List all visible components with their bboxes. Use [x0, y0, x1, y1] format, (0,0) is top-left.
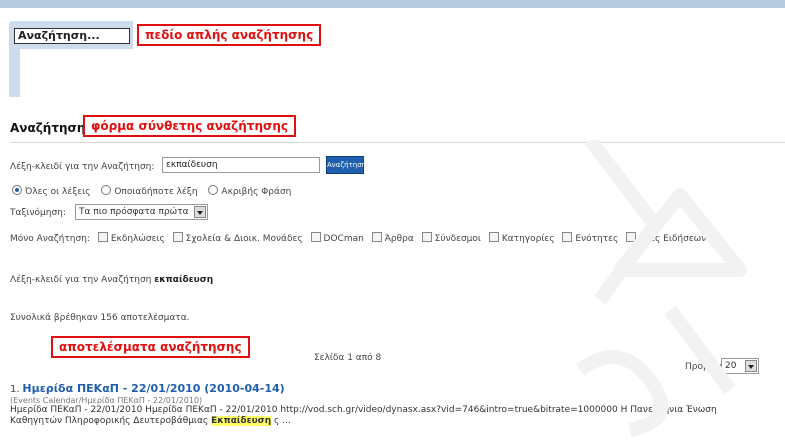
match-options: Όλες οι λέξεις Οποιαδήποτε λέξη Ακριβής …	[12, 185, 291, 197]
view-count-select[interactable]: 20	[721, 358, 760, 374]
sort-select[interactable]: Τα πιο πρόσφατα πρώτα	[75, 204, 208, 220]
checkbox-schools[interactable]	[172, 232, 183, 242]
checkbox-docman[interactable]	[310, 232, 321, 242]
result-keyword-line: Λέξη-κλειδί για την Αναζήτηση εκπαίδευση	[10, 275, 213, 285]
checkbox-events[interactable]	[97, 232, 108, 242]
checkbox-categories[interactable]	[488, 232, 499, 242]
annotation-results: αποτελέσματα αναζήτησης	[51, 336, 250, 358]
area-links-label: Σύνδεσμοι	[434, 234, 481, 244]
area-schools-label: Σχολεία & Διοικ. Μονάδες	[185, 234, 303, 244]
result-snippet-line2: Καθηγητών Πληροφορικής Δευτεροβάθμιας Εκ…	[10, 416, 785, 427]
sort-select-value: Τα πιο πρόσφατα πρώτα	[79, 207, 189, 217]
result-path: (Events Calendar/Ημερίδα ΠΕΚαΠ - 22/01/2…	[10, 396, 203, 405]
snippet-text: Καθηγητών Πληροφορικής Δευτεροβάθμιας	[10, 416, 212, 426]
area-events-label: Εκδηλώσεις	[110, 234, 165, 244]
area-articles-label: Άρθρα	[384, 234, 414, 244]
checkbox-articles[interactable]	[371, 232, 382, 242]
checkbox-sections[interactable]	[562, 232, 573, 242]
annotation-simple-search: πεδίο απλής αναζήτησης	[137, 24, 322, 46]
page-counter: Σελίδα 1 από 8	[314, 353, 382, 363]
simple-search-input[interactable]: Αναζήτηση...	[14, 28, 130, 44]
results-total: Συνολικά βρέθηκαν 156 αποτελέσματα.	[10, 313, 190, 323]
annotation-advanced-search: φόρμα σύνθετης αναζήτησης	[83, 115, 297, 137]
radio-exact-phrase[interactable]	[208, 185, 219, 195]
result-heading: 1. Ημερίδα ΠΕΚαΠ - 22/01/2010 (2010-04-1…	[10, 382, 785, 395]
checkbox-newsfeeds[interactable]	[626, 232, 637, 242]
keyword-input[interactable]: εκπαίδευση	[162, 157, 320, 173]
search-areas-label: Μόνο Αναζήτηση:	[10, 234, 90, 244]
result-keyword-value: εκπαίδευση	[154, 275, 214, 285]
area-newsfeeds-label: Ροές Ειδήσεων	[639, 234, 707, 244]
result-keyword-label: Λέξη-κλειδί για την Αναζήτηση	[10, 275, 152, 285]
radio-any-word[interactable]	[101, 185, 112, 195]
checkbox-links[interactable]	[421, 232, 432, 242]
area-docman-label: DOCman	[323, 234, 364, 244]
title-divider	[10, 142, 785, 143]
area-sections-label: Ενότητες	[575, 234, 619, 244]
snippet-highlight: Εκπαίδευση	[211, 416, 272, 426]
view-count-value: 20	[725, 361, 737, 371]
radio-exact-phrase-label: Ακριβής Φράση	[221, 187, 292, 197]
radio-any-word-label: Οποιαδήποτε λέξη	[114, 187, 198, 197]
result-item: 1. Ημερίδα ΠΕΚαΠ - 22/01/2010 (2010-04-1…	[10, 382, 785, 427]
radio-all-words-label: Όλες οι λέξεις	[25, 187, 91, 197]
chevron-down-icon[interactable]	[745, 360, 758, 372]
result-snippet-line1: Ημερίδα ΠΕΚαΠ - 22/01/2010 Ημερίδα ΠΕΚαΠ…	[10, 405, 717, 415]
simple-search-module: Αναζήτηση...	[9, 21, 133, 49]
page-title: Αναζήτηση	[10, 121, 86, 135]
search-areas-row: Μόνο Αναζήτηση: Εκδηλώσεις Σχολεία & Διο…	[10, 232, 706, 244]
search-button[interactable]: Αναζήτηση	[326, 156, 366, 174]
simple-search-module-strip	[9, 49, 20, 97]
chevron-down-icon[interactable]	[193, 206, 206, 218]
top-border-band	[0, 0, 785, 8]
radio-all-words[interactable]	[12, 185, 22, 195]
area-categories-label: Κατηγορίες	[501, 234, 555, 244]
snippet-text-end: ς ...	[271, 416, 291, 426]
sort-label: Ταξινόμηση:	[10, 208, 66, 218]
result-title-link[interactable]: Ημερίδα ΠΕΚαΠ - 22/01/2010 (2010-04-14)	[22, 382, 284, 395]
result-number: 1.	[10, 384, 20, 395]
keyword-label: Λέξη-κλειδί για την Αναζήτηση:	[10, 162, 155, 172]
